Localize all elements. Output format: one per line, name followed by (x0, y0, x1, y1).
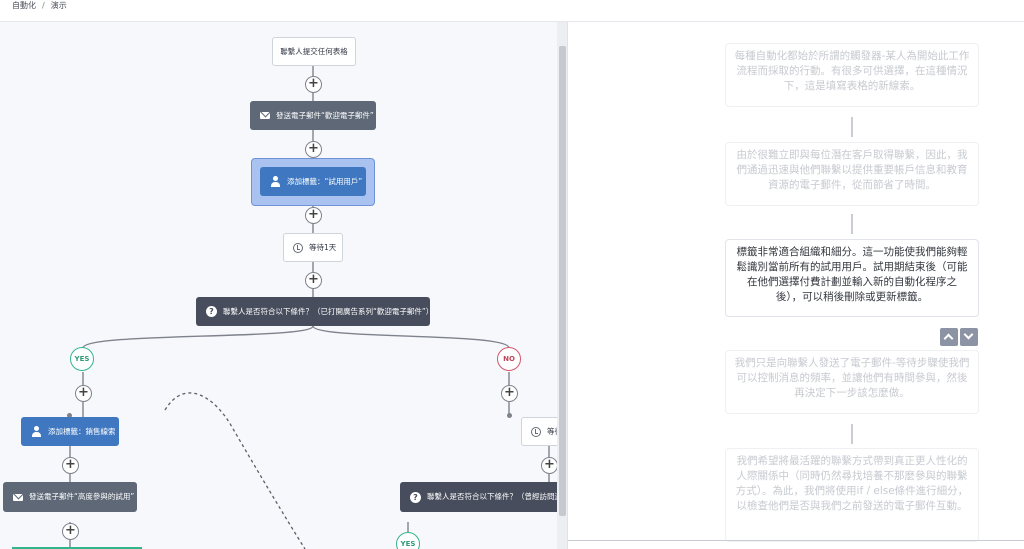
condition-node[interactable]: ? 聯繫人是否符合以下條件？（曾經訪問過 (400, 482, 567, 512)
wait-node[interactable]: 等待1天 (283, 233, 343, 262)
trigger-label: 聯繫人提交任何表格 (280, 46, 348, 56)
connector-dot (507, 413, 512, 418)
add-step-button[interactable]: + (75, 385, 92, 402)
add-tag-label: 添加標籤：銷售線索 (48, 426, 116, 436)
add-step-button[interactable]: + (305, 141, 322, 158)
tour-next-button[interactable] (960, 328, 978, 346)
yes-branch-badge: YES (70, 347, 94, 371)
panel-divider (568, 540, 1024, 541)
chevron-up-icon (943, 333, 954, 344)
condition-label: 聯繫人是否符合以下條件？（曾經訪問過 (427, 492, 562, 501)
add-tag-label: 添加標籤：“試用用戶” (287, 176, 363, 186)
add-step-button[interactable]: + (305, 207, 322, 224)
tour-card: 由於很難立即與每位潛在客戶取得聯繫，因此，我們通過迅速與他們聯繫以提供重要帳戶信… (725, 142, 979, 206)
send-email-node[interactable]: 發送電子郵件“高度參與的試用” (3, 482, 137, 512)
person-icon (270, 176, 281, 187)
breadcrumb-current: 演示 (50, 1, 67, 10)
add-step-button[interactable]: + (62, 523, 79, 540)
add-step-button[interactable]: + (305, 76, 322, 93)
tour-panel: 每種自動化都始於所謂的觸發器-某人為開始此工作流程而採取的行動。有很多可供選擇，… (568, 22, 1024, 549)
yes-branch-badge: YES (396, 532, 420, 549)
breadcrumb-root[interactable]: 自動化 (12, 0, 36, 12)
trigger-node[interactable]: 聯繫人提交任何表格 (272, 37, 356, 66)
add-tag-node[interactable]: 添加標籤：“試用用戶” (260, 167, 366, 196)
envelope-icon (13, 493, 23, 501)
workflow-canvas[interactable]: 聯繫人提交任何表格 + 發送電子郵件“歡迎電子郵件” + 添加標籤：“試用用戶”… (0, 22, 568, 549)
tour-connector (851, 214, 853, 234)
chevron-down-icon (963, 329, 974, 340)
question-icon: ? (410, 491, 421, 503)
add-step-button[interactable]: + (62, 457, 79, 474)
add-step-button[interactable]: + (501, 385, 518, 402)
no-branch-badge: NO (497, 347, 521, 371)
tour-card: 每種自動化都始於所謂的觸發器-某人為開始此工作流程而採取的行動。有很多可供選擇，… (725, 43, 979, 107)
wait-label: 等待1天 (309, 242, 337, 252)
add-step-button[interactable]: + (305, 272, 322, 289)
envelope-icon (260, 112, 270, 119)
tour-prev-button[interactable] (940, 328, 958, 346)
top-bar: 自動化 / 演示 (0, 0, 1024, 22)
tour-card-active: 標籤非常適合組織和細分。這一功能使我們能夠輕鬆識別當前所有的試用用戶。試用期結束… (725, 239, 979, 317)
condition-node[interactable]: ? 聯繫人是否符合以下條件？（已打開廣告系列“歡迎電子郵件”） (196, 297, 434, 326)
tour-card: 我們只是向聯繫人發送了電子郵件-等待步驟使我們可以控制消息的頻率，並讓他們有時間… (725, 350, 979, 414)
clock-icon (531, 426, 541, 437)
person-icon (31, 426, 42, 437)
add-tag-node[interactable]: 添加標籤：銷售線索 (21, 417, 119, 446)
question-icon: ? (206, 306, 217, 317)
condition-label: 聯繫人是否符合以下條件？（已打開廣告系列“歡迎電子郵件”） (223, 306, 434, 316)
tour-card: 我們希望將最活躍的聯繫方式帶到真正更人性化的人際關係中（同時仍然尋找培養不那麼參… (725, 448, 979, 542)
canvas-scrollbar-thumb[interactable] (559, 46, 566, 516)
send-email-label: 發送電子郵件“歡迎電子郵件” (276, 110, 374, 120)
tour-connector (851, 117, 853, 137)
breadcrumb-separator: / (42, 1, 45, 10)
send-email-label: 發送電子郵件“高度參與的試用” (29, 492, 135, 501)
breadcrumb: 自動化 / 演示 (12, 0, 67, 12)
tour-connector (851, 424, 853, 444)
add-step-button[interactable]: + (541, 457, 558, 474)
send-email-node[interactable]: 發送電子郵件“歡迎電子郵件” (250, 101, 376, 130)
clock-icon (293, 242, 303, 253)
